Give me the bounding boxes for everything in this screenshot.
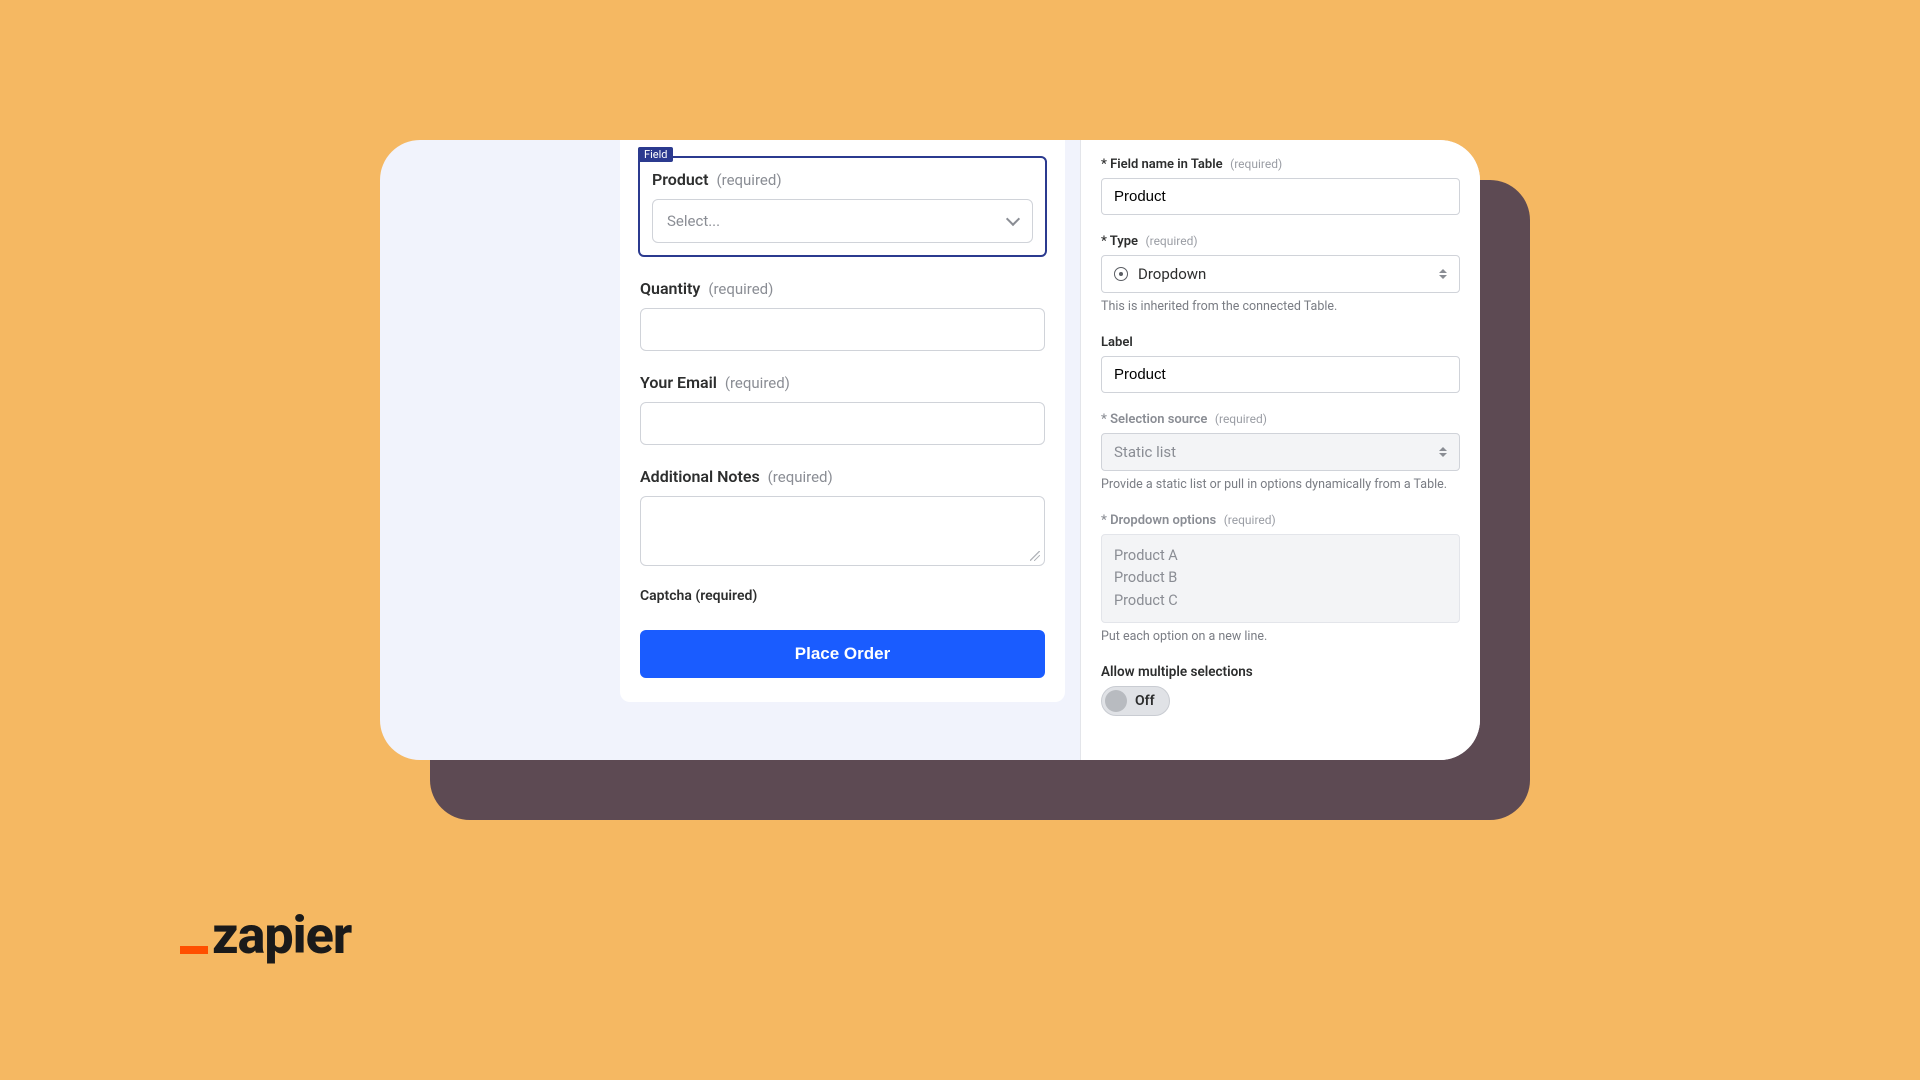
form-card: Field Product (required) Select... Quant… <box>620 140 1065 702</box>
zapier-logo: zapier <box>180 913 351 960</box>
product-label: Product <box>652 170 709 189</box>
dropdown-options-helper: Put each option on a new line. <box>1101 629 1460 646</box>
zapier-wordmark: zapier <box>212 913 351 960</box>
field-name-required: (required) <box>1230 157 1282 171</box>
type-label: * Type <box>1101 234 1138 249</box>
selection-source-select[interactable]: Static list <box>1101 433 1460 471</box>
field-name-input[interactable] <box>1101 178 1460 215</box>
allow-multi-label: Allow multiple selections <box>1101 664 1460 680</box>
dropdown-options-required: (required) <box>1224 513 1276 527</box>
field-name-label: * Field name in Table <box>1101 157 1223 172</box>
toggle-knob <box>1105 690 1127 712</box>
quantity-required: (required) <box>708 280 773 298</box>
form-field-notes: Additional Notes (required) <box>640 467 1045 566</box>
inspector-allow-multi: Allow multiple selections Off <box>1101 664 1460 716</box>
notes-required: (required) <box>768 468 833 486</box>
notes-textarea[interactable] <box>640 496 1045 566</box>
product-required: (required) <box>716 171 781 189</box>
selection-source-required: (required) <box>1215 412 1267 426</box>
zapier-logo-bar <box>180 946 208 954</box>
type-helper: This is inherited from the connected Tab… <box>1101 299 1460 316</box>
quantity-label: Quantity <box>640 279 700 298</box>
display-label-label: Label <box>1101 335 1133 350</box>
inspector-type: * Type (required) Dropdown This is inher… <box>1101 233 1460 316</box>
app-window: Field Product (required) Select... Quant… <box>380 140 1480 760</box>
select-sort-icon <box>1439 447 1447 457</box>
selection-source-value: Static list <box>1114 443 1176 461</box>
inspector-dropdown-options: * Dropdown options (required) Product A … <box>1101 512 1460 646</box>
form-field-product[interactable]: Field Product (required) Select... <box>638 156 1047 257</box>
type-required: (required) <box>1146 234 1198 248</box>
captcha-label: Captcha (required) <box>640 588 1045 604</box>
form-field-quantity: Quantity (required) <box>640 279 1045 351</box>
inspector-display-label: Label <box>1101 334 1460 393</box>
display-label-input[interactable] <box>1101 356 1460 393</box>
inspector-selection-source: * Selection source (required) Static lis… <box>1101 411 1460 494</box>
email-input[interactable] <box>640 402 1045 445</box>
product-select-placeholder: Select... <box>667 212 720 230</box>
allow-multi-state: Off <box>1135 693 1155 709</box>
type-select[interactable]: Dropdown <box>1101 255 1460 293</box>
dropdown-type-icon <box>1114 267 1128 281</box>
inspector-field-name: * Field name in Table (required) <box>1101 156 1460 215</box>
field-inspector-panel: * Field name in Table (required) * Type … <box>1080 140 1480 760</box>
notes-label: Additional Notes <box>640 467 760 486</box>
selection-source-helper: Provide a static list or pull in options… <box>1101 477 1460 494</box>
allow-multi-toggle[interactable]: Off <box>1101 686 1170 716</box>
email-required: (required) <box>725 374 790 392</box>
form-field-email: Your Email (required) <box>640 373 1045 445</box>
field-tag: Field <box>638 147 673 162</box>
chevron-down-icon <box>1006 212 1020 226</box>
type-value: Dropdown <box>1138 265 1206 283</box>
select-sort-icon <box>1439 269 1447 279</box>
email-label: Your Email <box>640 373 717 392</box>
dropdown-options-label: * Dropdown options <box>1101 513 1216 528</box>
quantity-input[interactable] <box>640 308 1045 351</box>
dropdown-options-textarea[interactable]: Product A Product B Product C <box>1101 534 1460 623</box>
place-order-button[interactable]: Place Order <box>640 630 1045 678</box>
product-select[interactable]: Select... <box>652 199 1033 243</box>
selection-source-label: * Selection source <box>1101 412 1207 427</box>
form-preview-pane: Field Product (required) Select... Quant… <box>380 140 1080 760</box>
